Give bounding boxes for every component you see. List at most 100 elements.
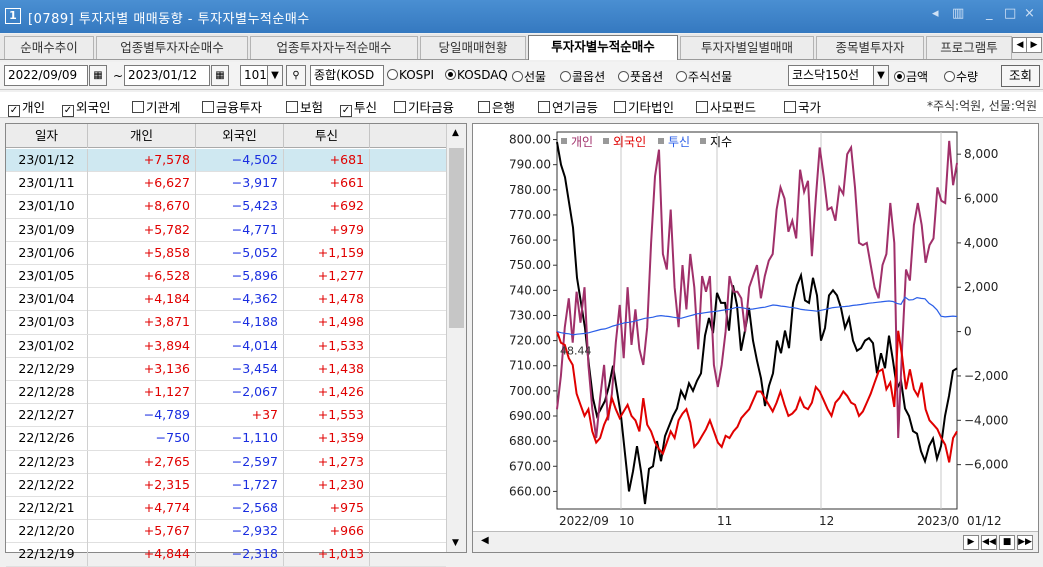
col-header-foreign[interactable]: 외국인	[196, 124, 284, 148]
radio-kosdaq[interactable]: KOSDAQ	[445, 68, 508, 82]
checkbox-investor-6[interactable]: 기타금융	[394, 97, 454, 116]
scroll-left-icon[interactable]: ◀	[481, 535, 489, 546]
table-row[interactable]: 23/01/04 +4,184 −4,362 +1,478	[6, 288, 446, 312]
horizontal-scrollbar[interactable]: ◀ ▶ ◀◀ ■ ▶▶	[473, 531, 1038, 552]
left-tick-label: 740.00	[509, 283, 551, 297]
cell-value: −4,188	[196, 311, 284, 335]
rewind-icon[interactable]: ◀◀	[981, 535, 997, 550]
table-row[interactable]: 22/12/26 −750 −1,110 +1,359	[6, 427, 446, 451]
checkbox-investor-11[interactable]: 국가	[784, 97, 821, 116]
checkbox-investor-1[interactable]: ✓ 외국인	[62, 97, 111, 117]
fast-forward-icon[interactable]: ▶▶	[1017, 535, 1033, 550]
market-select[interactable]: 종합(KOSD	[310, 65, 384, 86]
table-row[interactable]: 23/01/05 +6,528 −5,896 +1,277	[6, 265, 446, 289]
tab-program[interactable]: 프로그램투	[926, 36, 1012, 59]
radio-label: 수량	[956, 70, 979, 84]
radio-amount[interactable]: 금액	[894, 68, 928, 85]
chevron-down-icon[interactable]: ▼	[873, 65, 889, 86]
checkbox-label: 은행	[492, 100, 516, 115]
search-icon[interactable]: ⚲	[286, 65, 306, 86]
checkbox-investor-9[interactable]: 기타법인	[614, 97, 674, 116]
collapse-icon[interactable]: ◂	[932, 6, 939, 21]
scroll-up-icon[interactable]: ▲	[452, 128, 459, 138]
lookup-button[interactable]: 조회	[1001, 65, 1040, 87]
checkbox-icon	[784, 101, 796, 113]
table-row[interactable]: 22/12/21 +4,774 −2,568 +975	[6, 497, 446, 521]
scroll-down-icon[interactable]: ▼	[452, 538, 459, 548]
x-tick-label: 2022/09	[559, 514, 609, 528]
checkbox-investor-4[interactable]: 보험	[286, 97, 323, 116]
radio-stock-futures[interactable]: 주식선물	[676, 68, 732, 85]
table-row[interactable]: 23/01/09 +5,782 −4,771 +979	[6, 218, 446, 242]
checkbox-investor-10[interactable]: 사모펀드	[696, 97, 756, 116]
table-header: 일자 개인 외국인 투신	[6, 124, 446, 148]
count-select[interactable]: 101	[240, 65, 268, 86]
search-controls: 2022/09/09 ▦ ~ 2023/01/12 ▦ 101 ▼ ⚲ 종합(K…	[0, 62, 1043, 90]
checkbox-investor-3[interactable]: 금융투자	[202, 97, 262, 116]
radio-kospi[interactable]: KOSPI	[387, 68, 434, 82]
radio-futures[interactable]: 선물	[512, 68, 546, 85]
table-row[interactable]: 22/12/22 +2,315 −1,727 +1,230	[6, 473, 446, 497]
radio-put-option[interactable]: 풋옵션	[618, 68, 663, 85]
col-header-individual[interactable]: 개인	[88, 124, 196, 148]
cell-value: +979	[284, 218, 370, 242]
stop-icon[interactable]: ■	[999, 535, 1015, 550]
table-row[interactable]: 22/12/29 +3,136 −3,454 +1,438	[6, 357, 446, 381]
table-row[interactable]: 22/12/23 +2,765 −2,597 +1,273	[6, 450, 446, 474]
checkbox-investor-7[interactable]: 은행	[478, 97, 515, 116]
table-row[interactable]: 23/01/12 +7,578 −4,502 +681	[6, 149, 446, 173]
checkbox-investor-5[interactable]: ✓ 투신	[340, 97, 377, 117]
table-row[interactable]: 22/12/27 −4,789 +37 +1,553	[6, 404, 446, 428]
col-header-trust[interactable]: 투신	[284, 124, 370, 148]
checkbox-investor-8[interactable]: 연기금등	[538, 97, 598, 116]
vertical-scrollbar[interactable]: ▲ ▼	[446, 124, 466, 552]
cell-value: +1,553	[284, 404, 370, 428]
cell-value: +1,438	[284, 357, 370, 381]
calendar-icon[interactable]: ▦	[211, 65, 229, 86]
minimize-icon[interactable]: _	[986, 6, 993, 21]
tab-net-buy-trend[interactable]: 순매수추이	[4, 36, 94, 59]
calendar-icon[interactable]: ▦	[89, 65, 107, 86]
table-row[interactable]: 23/01/02 +3,894 −4,014 +1,533	[6, 334, 446, 358]
cell-value: −2,597	[196, 450, 284, 474]
col-header-date[interactable]: 일자	[6, 124, 88, 148]
table-row[interactable]: 22/12/20 +5,767 −2,932 +966	[6, 520, 446, 544]
layout-icon[interactable]: ▥	[952, 6, 964, 21]
table-row[interactable]: 23/01/06 +5,858 −5,052 +1,159	[6, 241, 446, 265]
tab-investor-daily-trading[interactable]: 투자자별일별매매	[680, 36, 814, 59]
tab-sector-investor-cumulative[interactable]: 업종투자자누적순매수	[250, 36, 418, 59]
cell-value: +1,498	[284, 311, 370, 335]
cell-value: +692	[284, 195, 370, 219]
chevron-down-icon[interactable]: ▼	[267, 65, 283, 86]
table-row[interactable]: 23/01/10 +8,670 −5,423 +692	[6, 195, 446, 219]
table-row[interactable]: 22/12/19 +4,844 −2,318 +1,013	[6, 543, 446, 567]
tab-sector-investor-net-buy[interactable]: 업종별투자자순매수	[96, 36, 248, 59]
table-row[interactable]: 23/01/03 +3,871 −4,188 +1,498	[6, 311, 446, 335]
table-row[interactable]: 22/12/28 +1,127 −2,067 +1,426	[6, 381, 446, 405]
start-date-field[interactable]: 2022/09/09	[4, 65, 88, 86]
right-tick-label: 0	[964, 325, 972, 339]
close-icon[interactable]: ×	[1024, 6, 1035, 21]
cell-date: 23/01/06	[6, 241, 88, 265]
radio-call-option[interactable]: 콜옵션	[560, 68, 605, 85]
table-row[interactable]: 23/01/11 +6,627 −3,917 +661	[6, 172, 446, 196]
cell-value: +661	[284, 172, 370, 196]
radio-quantity[interactable]: 수량	[944, 68, 978, 85]
checkbox-icon	[478, 101, 490, 113]
tab-investor-cumulative-net-buy[interactable]: 투자자별누적순매수	[528, 35, 678, 60]
checkbox-investor-2[interactable]: 기관계	[132, 97, 181, 116]
radio-label: 주식선물	[688, 70, 733, 84]
checkbox-checked-icon: ✓	[340, 105, 352, 117]
tab-scroll-right-icon[interactable]: ▶	[1026, 37, 1042, 53]
tab-stock-investor[interactable]: 종목별투자자	[816, 36, 924, 59]
index-select[interactable]: 코스닥150선	[788, 65, 874, 86]
end-date-field[interactable]: 2023/01/12	[124, 65, 210, 86]
scroll-thumb[interactable]	[449, 148, 464, 328]
x-tick-label: 10	[619, 514, 634, 528]
checkbox-investor-0[interactable]: ✓ 개인	[8, 97, 45, 117]
maximize-icon[interactable]: □	[1004, 6, 1016, 21]
right-tick-label: 8,000	[964, 147, 998, 161]
checkbox-checked-icon: ✓	[8, 105, 20, 117]
play-icon[interactable]: ▶	[963, 535, 979, 550]
tab-daily-trading-status[interactable]: 당일매매현황	[420, 36, 526, 59]
